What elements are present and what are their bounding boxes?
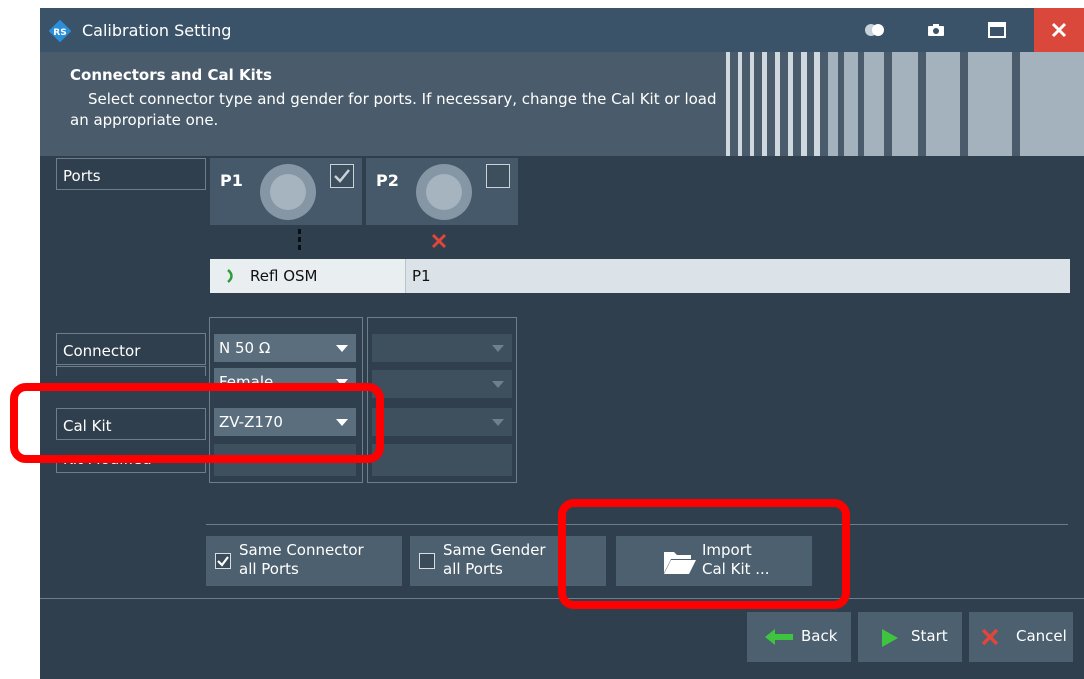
standard-cell: Refl OSM: [210, 259, 406, 293]
port-p2-checkbox[interactable]: [486, 164, 510, 188]
gender-label-partial: Gender: [56, 366, 206, 376]
p1-gender-partial: Female: [214, 368, 356, 384]
not-connected-icon: [431, 233, 447, 249]
port-p1[interactable]: P1: [210, 158, 362, 225]
p2-connector-dropdown: [372, 334, 512, 362]
decorative-stripes: [718, 52, 1084, 156]
cancel-label: Cancel: [1016, 627, 1067, 645]
maximize-button[interactable]: [974, 8, 1020, 52]
same-gender-line1: Same Gender: [443, 541, 546, 559]
camera-icon: [928, 24, 944, 36]
back-button[interactable]: Back: [747, 612, 851, 662]
close-icon: [1051, 22, 1067, 38]
same-connector-line2: all Ports: [239, 560, 299, 578]
highlight-import-cal-kit: [558, 499, 850, 609]
standard-port: P1: [412, 267, 431, 285]
port-p2[interactable]: P2: [366, 158, 518, 225]
p1-connector-value: N 50 Ω: [219, 339, 271, 357]
maximize-icon: [988, 22, 1006, 38]
checkmark-icon: [217, 556, 229, 567]
header-description: Select connector type and gender for por…: [70, 90, 717, 129]
same-connector-all-ports-toggle[interactable]: Same Connector all Ports: [206, 536, 402, 586]
same-gender-label: Same Gender all Ports: [443, 541, 546, 579]
port-p1-name: P1: [220, 171, 243, 190]
cancel-button[interactable]: Cancel: [969, 612, 1073, 662]
calibration-standard-row[interactable]: Refl OSM P1: [210, 259, 1070, 293]
checkmark-icon: [334, 169, 350, 183]
ports-label: Ports: [56, 158, 206, 190]
back-label: Back: [801, 627, 838, 645]
connector-label: Connector: [56, 333, 206, 365]
dropdown-arrow-icon: [336, 345, 348, 352]
same-connector-line1: Same Connector: [239, 541, 364, 559]
p1-connector-dropdown[interactable]: N 50 Ω: [214, 334, 356, 362]
dropdown-arrow-icon: [492, 419, 504, 426]
same-gender-checkbox[interactable]: [419, 553, 435, 569]
header-title: Connectors and Cal Kits: [70, 66, 272, 84]
p2-kit-modified-field: [372, 444, 512, 476]
port-connector-icon: [260, 164, 316, 220]
port-p2-name: P2: [376, 171, 399, 190]
header-panel: Connectors and Cal Kits Select connector…: [40, 52, 1084, 156]
play-icon: [882, 629, 898, 647]
p1-gender-dropdown[interactable]: Female: [214, 368, 356, 384]
arrow-left-icon: [765, 629, 793, 645]
same-connector-checkbox[interactable]: [215, 553, 231, 569]
port-connection-line: [298, 229, 301, 253]
toggle-icon: [865, 24, 884, 36]
highlight-cal-kit: [10, 383, 384, 463]
cancel-x-icon: [981, 628, 999, 646]
close-button[interactable]: [1034, 8, 1084, 52]
same-gender-line2: all Ports: [443, 560, 503, 578]
dropdown-arrow-icon: [492, 345, 504, 352]
p2-calkit-dropdown: [372, 408, 512, 436]
standard-name: Refl OSM: [250, 267, 318, 285]
same-connector-label: Same Connector all Ports: [239, 541, 364, 579]
port-p1-checkbox[interactable]: [330, 164, 354, 188]
rohde-schwarz-logo-icon: RS: [49, 20, 71, 42]
start-button[interactable]: Start: [858, 612, 962, 662]
toggle-button[interactable]: [852, 8, 898, 52]
window-title: Calibration Setting: [82, 21, 232, 40]
title-bar: RS Calibration Setting: [40, 8, 1084, 52]
svg-text:RS: RS: [53, 28, 66, 38]
gender-label: Gender: [56, 366, 206, 376]
screenshot-button[interactable]: [913, 8, 959, 52]
p2-gender-dropdown: [372, 370, 512, 398]
start-label: Start: [911, 627, 948, 645]
port-connector-icon: [416, 164, 472, 220]
dropdown-arrow-icon: [492, 381, 504, 388]
refl-standard-icon: [227, 269, 233, 283]
